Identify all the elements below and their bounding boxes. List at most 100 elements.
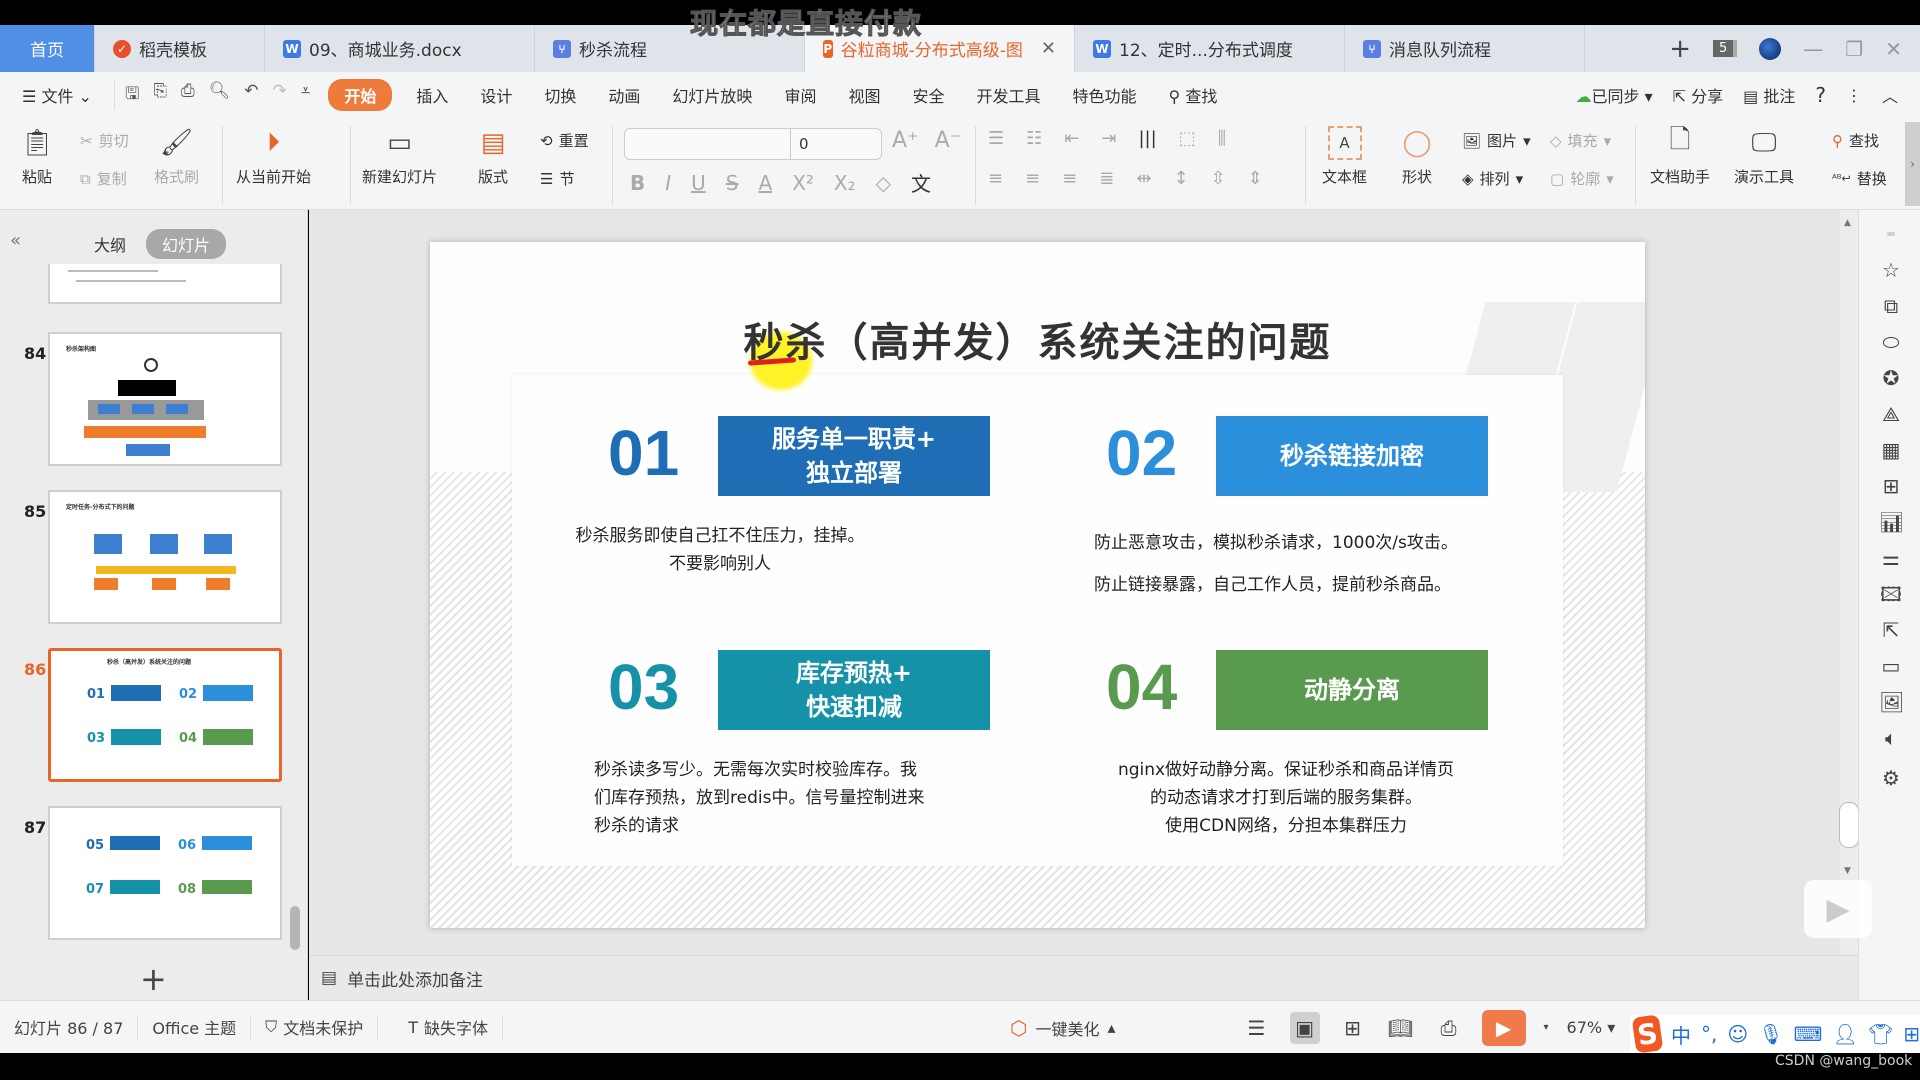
skin-icon[interactable]: 👕︎ <box>1868 1022 1893 1046</box>
zoom-level[interactable]: 67% ▾ <box>1567 1018 1616 1037</box>
doc-assistant-button[interactable]: 🗋 文档助手 <box>1650 125 1710 187</box>
phonetic-guide-icon[interactable]: 文 <box>911 168 931 197</box>
restore-icon[interactable]: ❐ <box>1845 37 1863 61</box>
emoji-icon[interactable]: ☺ <box>1727 1022 1748 1046</box>
minimize-icon[interactable]: — <box>1803 37 1823 61</box>
spacing-options-icon[interactable]: ⇕ <box>1248 168 1263 189</box>
menu-security[interactable]: 安全 <box>896 83 960 107</box>
more-icon[interactable]: ⋮ <box>1846 86 1862 105</box>
drag-handle-icon[interactable]: ═ <box>1879 222 1903 246</box>
item-label-box[interactable]: 库存预热+ 快速扣减 <box>718 650 990 730</box>
section-button[interactable]: ☰ 节 <box>540 168 574 189</box>
tab-docer[interactable]: ✓ 稻壳模板 <box>95 25 265 72</box>
slide-sorter-icon[interactable]: ⊞ <box>1338 1012 1368 1044</box>
tab-mall-business-docx[interactable]: W 09、商城业务.docx <box>265 25 535 72</box>
microphone-icon[interactable]: 🎙︎ <box>1758 1022 1783 1046</box>
document-protection[interactable]: ⛉ 文档未保护 <box>251 1015 379 1039</box>
strikethrough-icon[interactable]: S <box>726 171 739 195</box>
layout-button[interactable]: ▤ 版式 <box>476 126 510 187</box>
settings-sliders-icon[interactable]: ⚌ <box>1879 546 1903 570</box>
align-left-icon[interactable]: ≡ <box>988 168 1003 189</box>
more-tools-icon[interactable]: ⚙ <box>1879 766 1903 790</box>
line-spacing-icon[interactable]: ↕ <box>1173 168 1188 189</box>
missing-fonts[interactable]: T 缺失字体 <box>378 1015 503 1039</box>
slide-thumbnail-84[interactable]: 秒杀架构图 <box>48 332 282 466</box>
underline-icon[interactable]: U <box>691 171 706 195</box>
align-text-icon[interactable]: ⬚ <box>1179 128 1196 149</box>
slide-switch-icon[interactable]: ⧉ <box>1879 294 1903 318</box>
italic-icon[interactable]: I <box>665 171 671 195</box>
scroll-down-icon[interactable]: ▼ <box>1844 866 1851 876</box>
align-center-icon[interactable]: ≡ <box>1025 168 1040 189</box>
shape-button[interactable]: ◯ 形状 <box>1400 126 1434 187</box>
item-description[interactable]: nginx做好动静分离。保证秒杀和商品详情页 的动态请求才打到后端的服务集群。 … <box>1086 756 1486 840</box>
table-icon[interactable]: ▦ <box>1879 438 1903 462</box>
numbered-list-icon[interactable]: ☷ <box>1026 128 1042 149</box>
tab-scheduled-task[interactable]: W 12、定时...分布式调度 <box>1075 25 1345 72</box>
chart-icon[interactable]: 📊︎ <box>1879 510 1904 534</box>
theme-name[interactable]: Office 主题 <box>138 1015 252 1039</box>
notes-view-icon[interactable]: ☰ <box>1242 1012 1272 1044</box>
undo-icon[interactable]: ↶ <box>244 81 258 110</box>
font-size-select[interactable]: 0 <box>791 129 881 159</box>
save-icon[interactable]: 🖫 <box>125 81 139 110</box>
slide-thumbnail-83[interactable] <box>48 264 282 304</box>
text-direction-icon[interactable]: ||| <box>1138 128 1156 149</box>
slideshow-play-button[interactable]: ▶ <box>1481 1009 1526 1046</box>
redo-icon[interactable]: ↷ <box>273 81 287 110</box>
slide-thumbnail-87[interactable]: 05 06 07 08 <box>48 806 282 940</box>
tab-outline[interactable]: 大纲 <box>94 232 126 256</box>
customize-icon[interactable]: ⩡ <box>301 81 311 110</box>
image-gallery-icon[interactable]: 🖾 <box>1879 582 1903 606</box>
animation-star-icon[interactable]: ☆ <box>1879 258 1903 282</box>
superscript-icon[interactable]: X² <box>792 171 814 195</box>
collapse-panel-icon[interactable]: « <box>10 230 21 251</box>
audio-icon[interactable]: 🔈︎ <box>1879 726 1903 750</box>
ribbon-scroll-right[interactable]: › <box>1905 122 1920 206</box>
archive-icon[interactable]: ▭ <box>1879 654 1903 678</box>
menu-insert[interactable]: 插入 <box>400 83 464 107</box>
beautify-button[interactable]: ⬡ 一键美化 ▴ <box>1010 1016 1116 1040</box>
bold-icon[interactable]: B <box>630 171 645 195</box>
picture-icon[interactable]: 🖼︎ <box>1879 690 1904 714</box>
new-tab-button[interactable]: + <box>1669 34 1691 64</box>
menu-animation[interactable]: 动画 <box>592 83 656 107</box>
export-icon[interactable]: ⇱ <box>1879 618 1903 642</box>
menu-view[interactable]: 视图 <box>832 83 896 107</box>
fill-button[interactable]: ◇ 填充 ▾ <box>1550 130 1611 151</box>
increase-indent-icon[interactable]: ⇥ <box>1101 128 1116 149</box>
paragraph-spacing-icon[interactable]: ⇳ <box>1211 168 1226 189</box>
shapes-icon[interactable]: ⬭ <box>1879 330 1903 354</box>
item-description[interactable]: 秒杀读多写少。无需每次实时校验库存。我 们库存预热，放到redis中。信号量控制… <box>594 756 994 840</box>
badge-icon[interactable]: ✪ <box>1879 366 1903 390</box>
close-window-icon[interactable]: ✕ <box>1885 37 1902 61</box>
output-pdf-icon[interactable]: ⎘ <box>153 81 167 110</box>
canvas-scroll-thumb[interactable] <box>1839 802 1859 848</box>
copy-button[interactable]: ⧉ 复制 <box>80 168 127 189</box>
reset-button[interactable]: ⟲ 重置 <box>540 130 589 151</box>
ime-punct[interactable]: °, <box>1701 1022 1717 1046</box>
decrease-indent-icon[interactable]: ⇤ <box>1064 128 1079 149</box>
tab-home[interactable]: 首页 <box>0 25 95 72</box>
item-label-box[interactable]: 秒杀链接加密 <box>1216 416 1488 496</box>
apps-grid-icon[interactable]: ⊞ <box>1903 1022 1920 1046</box>
textbox-button[interactable]: A 文本框 <box>1322 126 1367 187</box>
sogou-logo-icon[interactable]: S <box>1631 1014 1664 1054</box>
menu-developer[interactable]: 开发工具 <box>960 83 1056 107</box>
bullet-list-icon[interactable]: ☰ <box>988 128 1004 149</box>
paste-button[interactable]: 📋︎ 粘贴 <box>20 126 54 187</box>
slideshow-options-icon[interactable]: ▾ <box>1544 1022 1549 1033</box>
presentation-tools-button[interactable]: 🖵 演示工具 <box>1734 126 1794 187</box>
scroll-up-icon[interactable]: ▲ <box>1844 218 1851 228</box>
close-tab-icon[interactable]: ✕ <box>1041 38 1056 59</box>
increase-font-icon[interactable]: A⁺ <box>892 128 919 153</box>
justify-icon[interactable]: ≣ <box>1099 168 1114 189</box>
menu-search[interactable]: ⚲ 查找 <box>1153 83 1234 107</box>
tab-count-badge[interactable]: 5 <box>1713 40 1738 57</box>
collapse-ribbon-icon[interactable]: ︿ <box>1882 83 1898 107</box>
play-from-current-button[interactable]: ⏵ 从当前开始 <box>236 126 311 187</box>
columns-icon[interactable]: ⫼ <box>1218 128 1226 149</box>
thumbnail-scrollbar[interactable] <box>290 906 300 950</box>
user-avatar[interactable] <box>1759 37 1782 60</box>
arrange-button[interactable]: ◈ 排列 ▾ <box>1462 168 1523 189</box>
